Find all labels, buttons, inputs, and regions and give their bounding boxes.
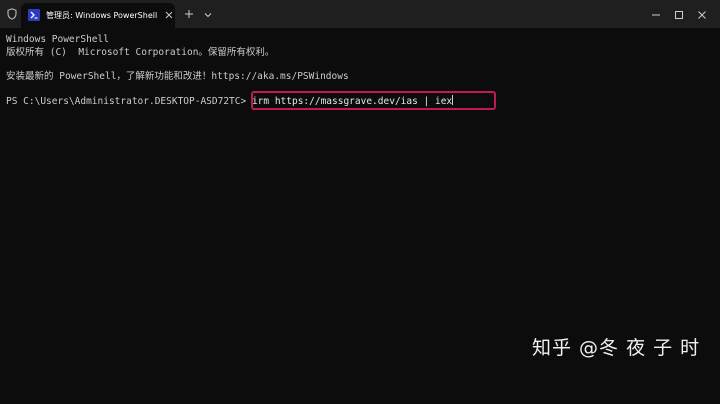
title-bar: 管理员: Windows PowerShell [0,0,720,28]
powershell-icon [28,9,40,21]
close-window-button[interactable] [684,0,720,28]
output-line: 安装最新的 PowerShell，了解新功能和改进！https://aka.ms… [6,71,349,82]
maximize-icon [674,5,684,24]
shield-icon [6,8,18,20]
terminal-window: 管理员: Windows PowerShell Windows PowerShe… [0,0,720,404]
tab-title: 管理员: Windows PowerShell [46,11,158,20]
watermark: 知乎 @冬 夜 子 时 [532,337,701,359]
command-highlight [251,91,496,110]
close-icon[interactable] [164,10,174,20]
output-line: Windows PowerShell [6,34,109,45]
output-line: 版权所有 (C) Microsoft Corporation。保留所有权利。 [6,47,275,58]
chevron-down-icon[interactable] [202,9,214,21]
minimize-icon [651,5,661,24]
tab-powershell[interactable]: 管理员: Windows PowerShell [21,3,175,28]
close-icon [697,5,707,24]
prompt-text: PS C:\Users\Administrator.DESKTOP-ASD72T… [6,96,252,107]
plus-icon[interactable] [183,8,195,20]
